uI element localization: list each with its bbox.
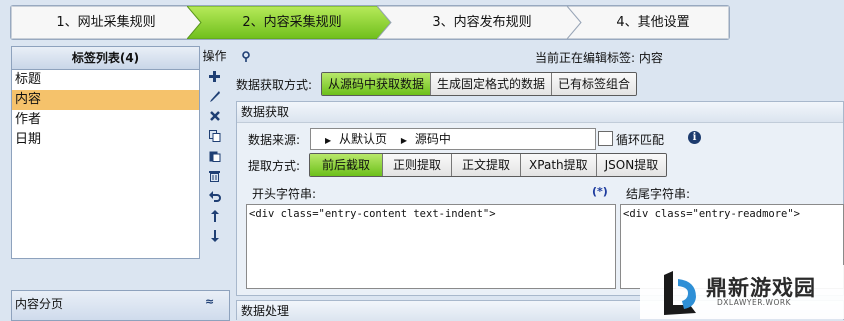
watermark-domain: DXLAWYER.WORK (717, 298, 791, 307)
tag-item-title[interactable]: 标题 (12, 70, 199, 90)
wizard-step-content-rules[interactable]: 2、内容采集规则 (187, 6, 392, 39)
extract-json[interactable]: JSON提取 (596, 154, 667, 176)
paste-icon[interactable] (201, 146, 228, 166)
extract-main-text[interactable]: 正文提取 (452, 154, 522, 176)
tag-item-author[interactable]: 作者 (12, 110, 199, 130)
extract-xpath[interactable]: XPath提取 (521, 154, 597, 176)
extract-label: 提取方式: (248, 159, 301, 173)
fetch-mode-label: 数据获取方式: (236, 78, 313, 92)
tag-item-date[interactable]: 日期 (12, 130, 199, 150)
extract-regex[interactable]: 正则提取 (383, 154, 453, 176)
add-icon[interactable] (201, 66, 228, 86)
fetch-mode-source[interactable]: 从源码中获取数据 (322, 73, 432, 95)
watermark-logo-icon (664, 271, 696, 315)
fetch-mode-fixed[interactable]: 生成固定格式的数据 (431, 73, 553, 95)
end-string-label: 结尾字符串: (626, 187, 691, 201)
fetch-mode-tabs: 从源码中获取数据 生成固定格式的数据 已有标签组合 (321, 72, 638, 96)
info-icon[interactable]: i (688, 131, 701, 144)
trash-icon[interactable] (201, 166, 228, 186)
tag-list-title: 标签列表(4) (12, 47, 199, 70)
editing-bar: 当前正在编辑标签: 内容 (232, 46, 844, 68)
start-string-marker[interactable]: (*) (592, 185, 608, 198)
loop-match-checkbox[interactable] (598, 131, 613, 146)
source-path-field[interactable]: ▶ 从默认页 ▶ 源码中 (310, 128, 596, 150)
tag-list-panel: 标签列表(4) 标题 内容 作者 日期 (11, 46, 200, 259)
wizard-steps: 1、网址采集规则 2、内容采集规则 3、内容发布规则 4、其他设置 (10, 5, 730, 40)
start-string-label: 开头字符串: (252, 187, 317, 201)
edit-icon[interactable] (201, 86, 228, 106)
extract-before-after[interactable]: 前后截取 (310, 154, 384, 176)
undo-icon[interactable] (201, 186, 228, 206)
wizard-step-url-rules[interactable]: 1、网址采集规则 (11, 6, 202, 39)
source-path-page: 从默认页 (338, 132, 387, 146)
source-path-html: 源码中 (414, 132, 451, 146)
tag-item-content[interactable]: 内容 (12, 90, 199, 110)
fetch-mode-combine[interactable]: 已有标签组合 (552, 73, 637, 95)
content-paging-panel: 内容分页 ≈ (11, 290, 230, 321)
path-arrow-icon: ▶ (325, 136, 332, 145)
source-label: 数据来源: (248, 133, 301, 147)
editing-status: 当前正在编辑标签: 内容 (535, 51, 663, 65)
path-arrow-icon: ▶ (400, 136, 407, 145)
extract-mode-tabs: 前后截取 正则提取 正文提取 XPath提取 JSON提取 (309, 153, 668, 177)
move-down-icon[interactable] (201, 226, 228, 246)
data-fetch-title: 数据获取 (237, 102, 843, 123)
move-up-icon[interactable] (201, 206, 228, 226)
loop-match-label: 循环匹配 (616, 133, 665, 147)
operations-toolbar: 操作 (201, 46, 228, 257)
copy-icon[interactable] (201, 126, 228, 146)
pin-icon (242, 51, 250, 62)
operations-title: 操作 (202, 49, 227, 63)
delete-icon[interactable] (201, 106, 228, 126)
wizard-step-publish-rules[interactable]: 3、内容发布规则 (377, 6, 582, 39)
content-paging-title: 内容分页 (15, 297, 64, 311)
collapse-icon[interactable]: ≈ (205, 295, 214, 308)
wizard-step-other-settings[interactable]: 4、其他设置 (567, 6, 729, 39)
start-string-input[interactable]: <div class="entry-content text-indent"> (246, 204, 616, 289)
